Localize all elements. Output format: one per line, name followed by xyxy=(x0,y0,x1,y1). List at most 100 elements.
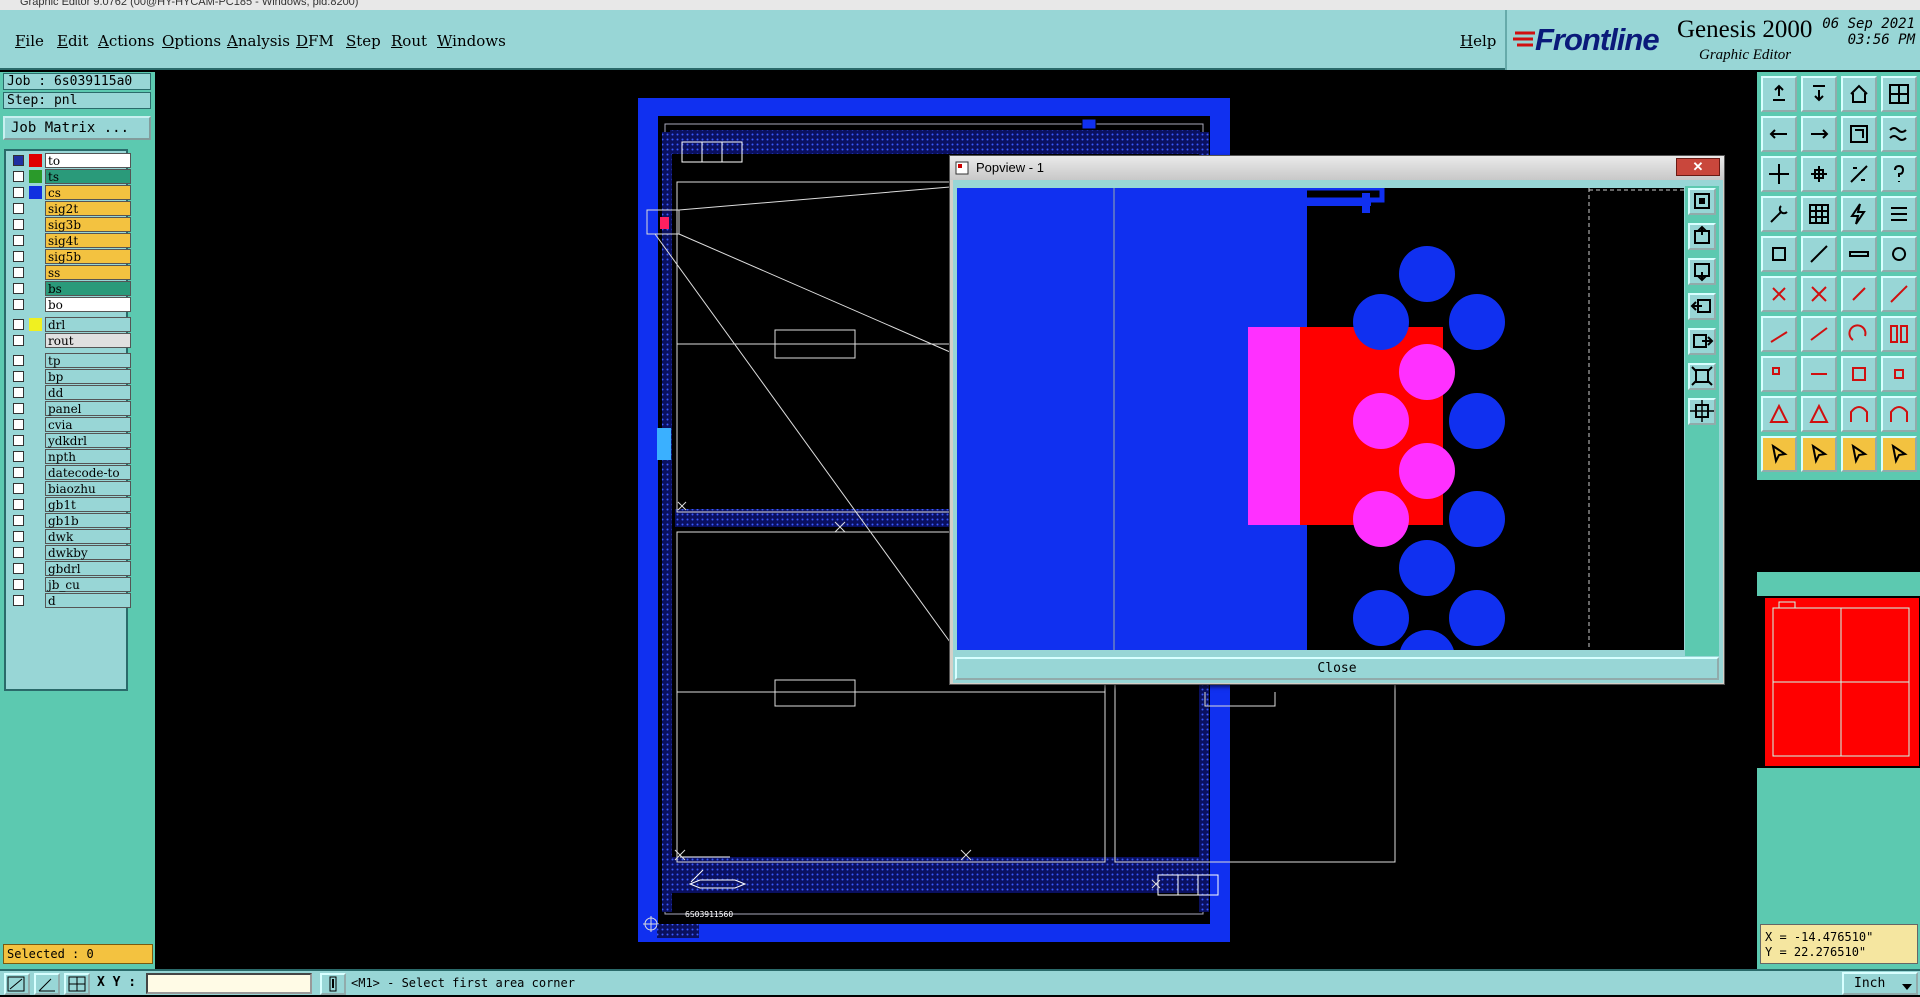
layer-row[interactable]: bp xyxy=(8,369,131,384)
layer-name[interactable]: tp xyxy=(45,353,131,368)
xy-input[interactable] xyxy=(146,973,312,994)
tool-draw-line-button[interactable] xyxy=(1801,316,1837,352)
layer-row[interactable]: to xyxy=(8,153,131,168)
layer-checkbox[interactable] xyxy=(13,419,24,430)
tool-cross-button[interactable] xyxy=(1801,276,1837,312)
tool-arch-2-button[interactable] xyxy=(1881,396,1917,432)
layer-checkbox[interactable] xyxy=(13,235,24,246)
layer-row[interactable]: cvia xyxy=(8,417,131,432)
layer-row[interactable]: npth xyxy=(8,449,131,464)
layer-row[interactable]: ss xyxy=(8,265,131,280)
layer-row[interactable]: bs xyxy=(8,281,131,296)
layer-name[interactable]: sig5b xyxy=(45,249,131,264)
tool-connect-2-button[interactable] xyxy=(1881,276,1917,312)
layer-checkbox[interactable] xyxy=(13,155,24,166)
layer-checkbox[interactable] xyxy=(13,187,24,198)
angle-snap-icon[interactable] xyxy=(34,973,60,995)
layer-checkbox[interactable] xyxy=(13,451,24,462)
menu-windows[interactable]: Windows xyxy=(437,32,506,50)
layer-row[interactable]: sig5b xyxy=(8,249,131,264)
popview-close-button[interactable]: Close xyxy=(955,657,1719,680)
grid-snap-icon[interactable] xyxy=(64,973,90,995)
tool-arrow-left-button[interactable] xyxy=(1761,116,1797,152)
tool-arrow-right-button[interactable] xyxy=(1801,116,1837,152)
tool-box-button[interactable] xyxy=(1841,356,1877,392)
layer-row[interactable]: bo xyxy=(8,297,131,312)
layer-checkbox[interactable] xyxy=(13,171,24,182)
tool-connect-button[interactable] xyxy=(1841,276,1877,312)
layer-name[interactable]: biaozhu xyxy=(45,481,131,496)
tool-home-button[interactable] xyxy=(1841,76,1877,112)
tool-arc-button[interactable] xyxy=(1841,316,1877,352)
tool-fill-button[interactable] xyxy=(1881,316,1917,352)
layer-name[interactable]: npth xyxy=(45,449,131,464)
menu-options[interactable]: Options xyxy=(162,32,221,50)
layer-name[interactable]: ts xyxy=(45,169,131,184)
tool-circle-pad-button[interactable] xyxy=(1881,236,1917,272)
layer-name[interactable]: jb_cu xyxy=(45,577,131,592)
layer-checkbox[interactable] xyxy=(13,335,24,346)
tool-pad-button[interactable] xyxy=(1761,236,1797,272)
tool-stack-button[interactable] xyxy=(1881,196,1917,232)
job-matrix-button[interactable]: Job Matrix ... xyxy=(3,116,151,140)
layer-row[interactable]: gb1b xyxy=(8,513,131,528)
layer-name[interactable]: gb1b xyxy=(45,513,131,528)
pv-center-button[interactable] xyxy=(1688,398,1716,425)
layer-row[interactable]: ts xyxy=(8,169,131,184)
layer-checkbox[interactable] xyxy=(13,483,24,494)
layer-row[interactable]: dwkby xyxy=(8,545,131,560)
tool-edit-line-button[interactable] xyxy=(1761,316,1797,352)
tool-snap-button[interactable] xyxy=(1841,116,1877,152)
tool-arch-button[interactable] xyxy=(1841,396,1877,432)
layer-checkbox[interactable] xyxy=(13,319,24,330)
pv-pan-left-button[interactable] xyxy=(1688,293,1716,320)
units-select[interactable]: Inch xyxy=(1842,972,1918,995)
layer-row[interactable]: biaozhu xyxy=(8,481,131,496)
menu-analysis[interactable]: Analysis xyxy=(227,32,290,50)
layer-name[interactable]: sig3b xyxy=(45,217,131,232)
layer-checkbox[interactable] xyxy=(13,219,24,230)
menu-dfm[interactable]: DFM xyxy=(296,32,334,50)
layer-row[interactable]: rout xyxy=(8,333,131,348)
layer-checkbox[interactable] xyxy=(13,547,24,558)
tool-pointer-button[interactable] xyxy=(1761,436,1797,472)
layer-checkbox[interactable] xyxy=(13,251,24,262)
layer-checkbox[interactable] xyxy=(13,595,24,606)
menu-edit[interactable]: Edit xyxy=(57,32,88,50)
close-icon[interactable]: ✕ xyxy=(1676,158,1720,176)
tool-move-button[interactable] xyxy=(1761,156,1797,192)
layer-row[interactable]: sig3b xyxy=(8,217,131,232)
tool-grid-layout-button[interactable] xyxy=(1881,76,1917,112)
layer-row[interactable]: drl xyxy=(8,317,131,332)
layer-name[interactable]: rout xyxy=(45,333,131,348)
layer-name[interactable]: bp xyxy=(45,369,131,384)
tool-pointer-4-button[interactable] xyxy=(1881,436,1917,472)
layer-checkbox[interactable] xyxy=(13,579,24,590)
layer-row[interactable]: datecode-to xyxy=(8,465,131,480)
tool-bolt-button[interactable] xyxy=(1841,196,1877,232)
layer-name[interactable]: d xyxy=(45,593,131,608)
layer-name[interactable]: sig2t xyxy=(45,201,131,216)
layer-name[interactable]: dwkby xyxy=(45,545,131,560)
layer-row[interactable]: dwk xyxy=(8,529,131,544)
layer-name[interactable]: dwk xyxy=(45,529,131,544)
layer-name[interactable]: bo xyxy=(45,297,131,312)
layer-row[interactable]: dd xyxy=(8,385,131,400)
layer-name[interactable]: panel xyxy=(45,401,131,416)
tool-layer-up-button[interactable] xyxy=(1761,76,1797,112)
layer-row[interactable]: tp xyxy=(8,353,131,368)
tool-layer-down-button[interactable] xyxy=(1801,76,1837,112)
tool-feature-button[interactable] xyxy=(1761,356,1797,392)
tool-net-button[interactable] xyxy=(1761,276,1797,312)
pv-zoom-in-button[interactable] xyxy=(1688,223,1716,250)
layer-name[interactable]: to xyxy=(45,153,131,168)
menu-step[interactable]: Step xyxy=(346,32,381,50)
layer-checkbox[interactable] xyxy=(13,267,24,278)
layer-name[interactable]: cs xyxy=(45,185,131,200)
menu-help[interactable]: Help xyxy=(1460,32,1496,50)
layer-name[interactable]: datecode-to xyxy=(45,465,131,480)
zoom-area-icon[interactable] xyxy=(4,973,30,995)
layer-name[interactable]: ydkdrl xyxy=(45,433,131,448)
layer-name[interactable]: sig4t xyxy=(45,233,131,248)
layer-row[interactable]: sig4t xyxy=(8,233,131,248)
